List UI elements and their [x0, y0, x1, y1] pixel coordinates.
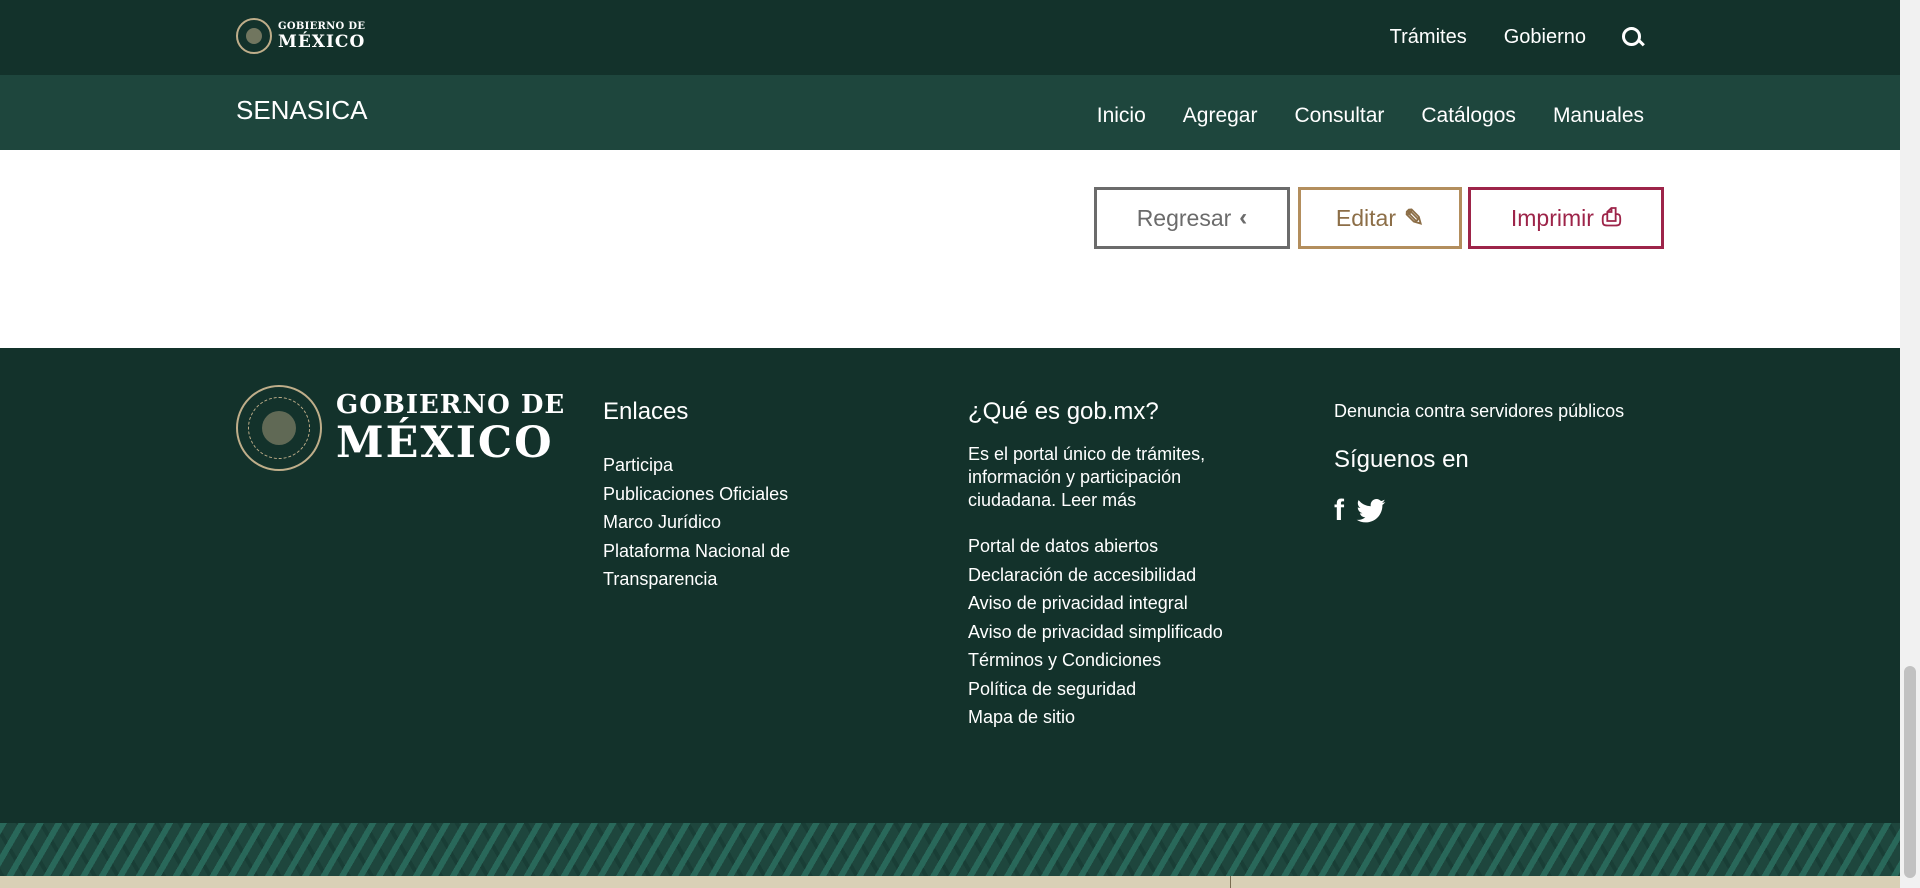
link-plataforma-transparencia[interactable]: Plataforma Nacional de Transparencia	[603, 541, 790, 590]
link-mapa-sitio[interactable]: Mapa de sitio	[968, 707, 1075, 727]
nav-agregar[interactable]: Agregar	[1183, 104, 1258, 128]
top-nav: Trámites Gobierno	[1353, 26, 1644, 49]
footer-right: Denuncia contra servidores públicos Sígu…	[1334, 401, 1664, 526]
footer-logo-line2: MÉXICO	[336, 417, 554, 468]
link-denuncia[interactable]: Denuncia contra servidores públicos	[1334, 401, 1664, 422]
siguenos-title: Síguenos en	[1334, 446, 1469, 473]
chevron-left-icon: ‹	[1239, 204, 1248, 231]
footer-gobmx: ¿Qué es gob.mx? Es el portal único de tr…	[968, 398, 1268, 732]
back-button[interactable]: Regresar ‹	[1094, 187, 1290, 249]
logo-text: GOBIERNO DE MÉXICO	[278, 20, 366, 52]
link-privacidad-simplificado[interactable]: Aviso de privacidad simplificado	[968, 622, 1223, 642]
facebook-icon[interactable]: f	[1334, 496, 1344, 526]
footer-logo-text: GOBIERNO DE MÉXICO	[336, 392, 565, 465]
gobmx-description: Es el portal único de trámites, informac…	[968, 444, 1206, 510]
logo-line2: MÉXICO	[278, 31, 366, 52]
footer-logo-line1: GOBIERNO DE	[336, 389, 566, 420]
nav-inicio[interactable]: Inicio	[1097, 104, 1146, 128]
gobmx-title: ¿Qué es gob.mx?	[968, 398, 1159, 425]
footer-pattern	[0, 823, 1900, 876]
sub-header: SENASICA Inicio Agregar Consultar Catálo…	[0, 75, 1900, 150]
link-participa[interactable]: Participa	[603, 455, 673, 475]
nav-catalogos[interactable]: Catálogos	[1421, 104, 1516, 128]
back-label: Regresar	[1136, 204, 1232, 231]
coat-of-arms-icon	[236, 385, 322, 471]
nav-consultar[interactable]: Consultar	[1294, 104, 1384, 128]
search-icon[interactable]	[1622, 26, 1644, 49]
gobierno-logo[interactable]: GOBIERNO DE MÉXICO	[236, 18, 365, 54]
link-publicaciones-oficiales[interactable]: Publicaciones Oficiales	[603, 484, 788, 504]
edit-button[interactable]: Editar ✎	[1298, 187, 1462, 249]
bottom-divider	[1230, 876, 1231, 888]
bottom-strip	[0, 876, 1900, 888]
link-accesibilidad[interactable]: Declaración de accesibilidad	[968, 565, 1196, 585]
page-scrollbar[interactable]	[1900, 0, 1920, 888]
print-button[interactable]: Imprimir ⎙	[1468, 187, 1664, 249]
scrollbar-thumb[interactable]	[1904, 666, 1916, 878]
logo-line1: GOBIERNO DE	[278, 20, 366, 32]
link-terminos[interactable]: Términos y Condiciones	[968, 650, 1161, 670]
site-brand[interactable]: SENASICA	[236, 95, 368, 126]
nav-manuales[interactable]: Manuales	[1553, 104, 1644, 128]
link-datos-abiertos[interactable]: Portal de datos abiertos	[968, 536, 1158, 556]
coat-of-arms-icon	[236, 18, 272, 54]
link-politica-seguridad[interactable]: Política de seguridad	[968, 679, 1136, 699]
twitter-icon[interactable]	[1356, 499, 1386, 523]
top-header: GOBIERNO DE MÉXICO Trámites Gobierno	[0, 0, 1900, 75]
print-label: Imprimir	[1510, 204, 1594, 231]
printer-icon: ⎙	[1601, 204, 1622, 231]
nav-gobierno[interactable]: Gobierno	[1504, 26, 1586, 49]
footer: GOBIERNO DE MÉXICO Enlaces Participa Pub…	[0, 348, 1900, 823]
footer-enlaces: Enlaces Participa Publicaciones Oficiale…	[603, 398, 843, 594]
social-links: f	[1334, 496, 1664, 526]
edit-icon: ✎	[1403, 204, 1425, 232]
sub-nav: Inicio Agregar Consultar Catálogos Manua…	[1060, 104, 1644, 128]
enlaces-title: Enlaces	[603, 398, 689, 425]
edit-label: Editar	[1335, 204, 1396, 231]
link-privacidad-integral[interactable]: Aviso de privacidad integral	[968, 593, 1188, 613]
link-marco-juridico[interactable]: Marco Jurídico	[603, 512, 721, 532]
footer-logo[interactable]: GOBIERNO DE MÉXICO	[236, 385, 565, 471]
action-buttons: Regresar ‹ Editar ✎ Imprimir ⎙	[1094, 187, 1664, 249]
nav-tramites[interactable]: Trámites	[1390, 26, 1467, 49]
